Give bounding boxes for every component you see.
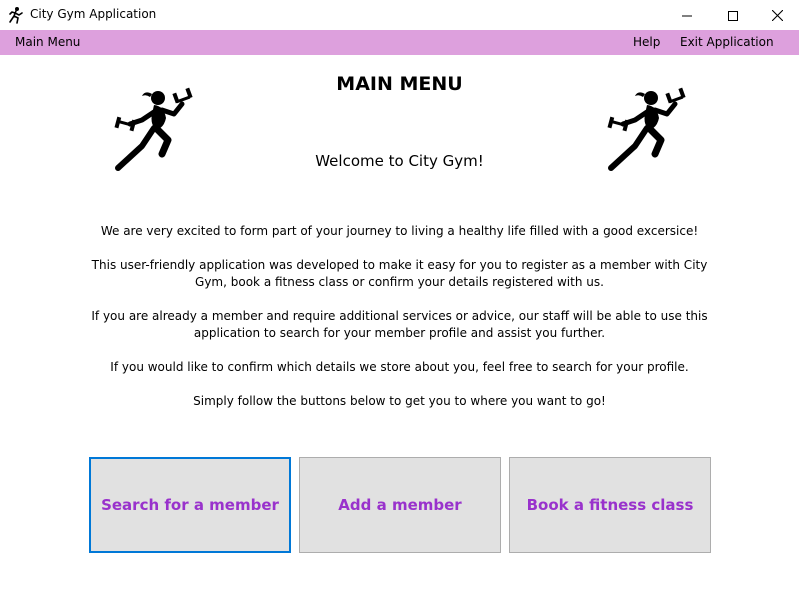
intro-paragraph: If you are already a member and require … — [91, 309, 708, 340]
menu-exit-application[interactable]: Exit Application — [680, 35, 774, 49]
intro-paragraph: Simply follow the buttons below to get y… — [193, 394, 606, 408]
title-bar: City Gym Application — [0, 0, 799, 30]
minimize-button[interactable] — [664, 0, 710, 30]
maximize-button[interactable] — [710, 0, 756, 30]
close-button[interactable] — [754, 0, 799, 30]
window-title: City Gym Application — [30, 7, 157, 21]
runner-icon — [8, 6, 24, 24]
menu-bar: Main Menu Help Exit Application — [0, 30, 799, 55]
menu-help[interactable]: Help — [633, 35, 660, 49]
add-member-button[interactable]: Add a member — [299, 457, 501, 553]
search-member-button[interactable]: Search for a member — [89, 457, 291, 553]
close-icon — [771, 6, 783, 25]
minimize-icon — [682, 6, 692, 25]
city-gym-window: City Gym Application Main Menu Help Exit… — [0, 0, 799, 611]
book-fitness-class-button[interactable]: Book a fitness class — [509, 457, 711, 553]
menu-main-menu[interactable]: Main Menu — [15, 35, 80, 49]
maximize-icon — [728, 6, 738, 25]
intro-paragraph: This user-friendly application was devel… — [91, 258, 708, 289]
intro-paragraph: If you would like to confirm which detai… — [110, 360, 689, 374]
welcome-text: Welcome to City Gym! — [315, 152, 484, 170]
intro-paragraph: We are very excited to form part of your… — [100, 224, 699, 238]
